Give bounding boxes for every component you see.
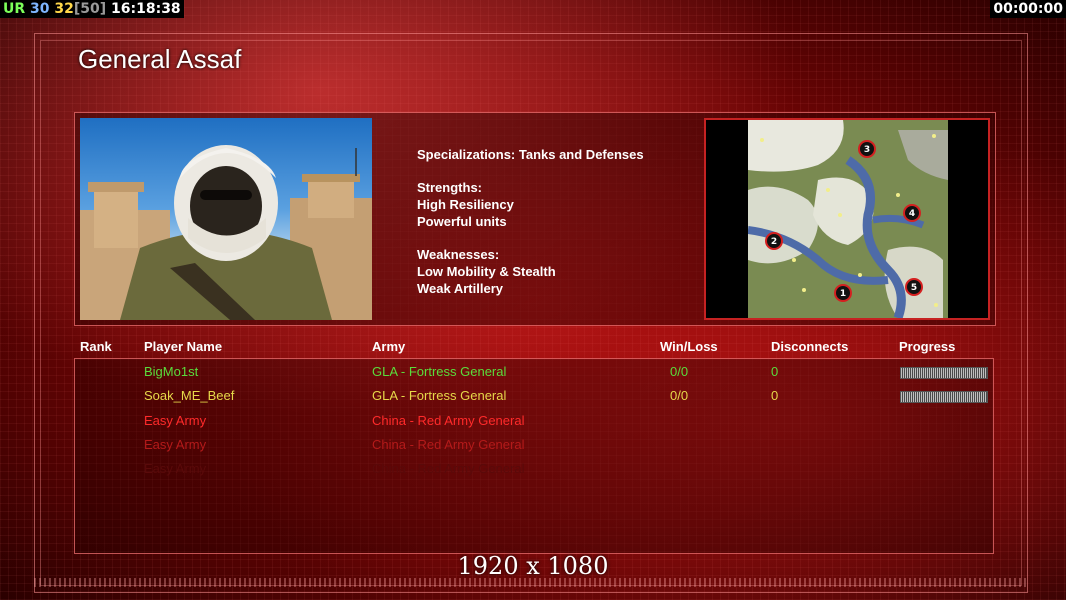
weakness-item: Weak Artillery (417, 281, 503, 296)
specializations-text: Specializations: Tanks and Defenses (417, 147, 644, 162)
game-timer: 00:00:00 (990, 0, 1066, 18)
hud-fps: 30 (30, 1, 50, 17)
win-loss-value: 0/0 (670, 364, 689, 379)
hud-clock: 16:18:38 (111, 1, 181, 17)
army-name: China - Red Army General (372, 461, 525, 476)
header-progress: Progress (899, 339, 956, 354)
start-position-label: 3 (864, 145, 870, 155)
table-row[interactable]: Soak_ME_Beef GLA - Fortress General 0/0 … (0, 388, 1066, 408)
start-position-label: 1 (840, 289, 846, 299)
progress-bar (900, 367, 988, 379)
table-row[interactable]: Easy Army China - Red Army General (0, 437, 1066, 457)
hud-current: 32 (54, 1, 74, 17)
army-name: China - Red Army General (372, 413, 525, 428)
army-name: China - Red Army General (372, 437, 525, 452)
player-name: Easy Army (144, 461, 207, 476)
strengths-title: Strengths: (417, 180, 482, 195)
header-player-name: Player Name (144, 339, 223, 354)
player-name: BigMo1st (144, 364, 199, 379)
map-preview: 1 2 3 4 5 (748, 120, 948, 318)
player-name: Easy Army (144, 413, 207, 428)
table-row[interactable]: Easy Army China - Red Army General (0, 413, 1066, 433)
performance-hud: UR 30 32[50] 16:18:38 (0, 0, 184, 18)
hud-cap: [50] (73, 1, 107, 17)
disconnects-value: 0 (771, 364, 779, 379)
general-description: Specializations: Tanks and Defenses Stre… (417, 146, 644, 297)
header-army: Army (372, 339, 406, 354)
header-win-loss: Win/Loss (660, 339, 718, 354)
header-rank: Rank (80, 339, 112, 354)
player-name: Soak_ME_Beef (144, 388, 235, 403)
hud-ur: UR (3, 1, 26, 17)
progress-bar (900, 391, 988, 403)
strength-item: Powerful units (417, 214, 507, 229)
table-row[interactable]: BigMo1st GLA - Fortress General 0/0 0 (0, 364, 1066, 384)
general-portrait (80, 118, 372, 320)
general-name: General Assaf (78, 44, 242, 74)
disconnects-value: 0 (771, 388, 779, 403)
strength-item: High Resiliency (417, 197, 514, 212)
start-position-label: 5 (911, 283, 917, 293)
resolution-label: 1920 x 1080 (457, 552, 609, 580)
start-position-label: 4 (909, 209, 915, 219)
army-name: GLA - Fortress General (372, 388, 507, 403)
table-row[interactable]: Easy Army China - Red Army General (0, 461, 1066, 481)
start-position-label: 2 (771, 237, 777, 247)
header-disconnects: Disconnects (771, 339, 849, 354)
weakness-item: Low Mobility & Stealth (417, 264, 556, 279)
win-loss-value: 0/0 (670, 388, 689, 403)
player-name: Easy Army (144, 437, 207, 452)
army-name: GLA - Fortress General (372, 364, 507, 379)
weaknesses-title: Weaknesses: (417, 247, 500, 262)
